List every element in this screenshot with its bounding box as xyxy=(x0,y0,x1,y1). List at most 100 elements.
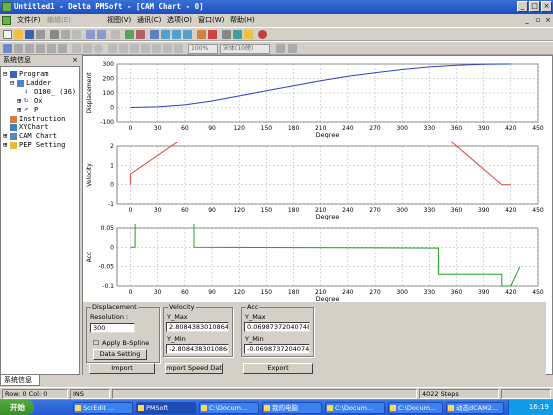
zoom-select[interactable]: 100% xyxy=(188,44,218,54)
child-minimize-icon[interactable]: _ xyxy=(522,15,532,25)
task-scredit[interactable]: ScrEdit ... xyxy=(73,402,133,414)
ellipse-icon[interactable] xyxy=(94,44,103,53)
child-close-icon[interactable]: × xyxy=(543,15,553,25)
task-folder-2[interactable]: C:\Docum... xyxy=(325,402,385,414)
task-my-computer[interactable]: 我的电脑 xyxy=(262,402,322,414)
bold-icon[interactable] xyxy=(276,44,285,53)
menu-edit[interactable]: 编辑(E) xyxy=(47,15,71,26)
velocity-ymin-input[interactable]: -2.80843830108643 xyxy=(166,344,229,354)
acc-ymin-input[interactable]: -0.069873720407486 xyxy=(244,344,310,354)
tree-item-ladder[interactable]: Ladder xyxy=(26,79,51,87)
menu-help[interactable]: 帮助(H) xyxy=(230,15,255,26)
back-icon[interactable] xyxy=(163,44,172,53)
halt-icon[interactable] xyxy=(208,30,217,39)
tree-expander-p[interactable]: ⊞ xyxy=(17,106,21,114)
group-icon[interactable] xyxy=(130,44,139,53)
front-icon[interactable] xyxy=(152,44,161,53)
italic-icon[interactable] xyxy=(288,44,297,53)
select-icon[interactable] xyxy=(3,44,12,53)
save-icon[interactable] xyxy=(25,30,34,39)
align-top-icon[interactable] xyxy=(47,44,56,53)
rect-icon[interactable] xyxy=(83,44,92,53)
x-tick-label: 300 xyxy=(396,207,408,214)
bspline-checkbox[interactable]: ☐ xyxy=(93,339,99,347)
tree-expander-ladder[interactable]: ⊟ xyxy=(10,79,14,87)
new-icon[interactable] xyxy=(3,30,12,39)
cut-icon[interactable] xyxy=(50,30,59,39)
tree-expander-camchart[interactable]: ⊞ xyxy=(3,132,7,140)
menu-file[interactable]: 文件(F) xyxy=(17,15,41,26)
run-icon[interactable] xyxy=(197,30,206,39)
export-button[interactable]: Export xyxy=(243,363,313,374)
tree-item-ox[interactable]: Ox xyxy=(34,97,42,105)
open-icon[interactable] xyxy=(14,30,23,39)
image-icon[interactable] xyxy=(119,44,128,53)
app-icon[interactable] xyxy=(2,2,12,12)
tree-expander-pep[interactable]: ⊞ xyxy=(3,141,7,149)
record-icon[interactable] xyxy=(258,30,267,39)
redo-icon[interactable] xyxy=(97,30,106,39)
data-setting-button[interactable]: Data Setting xyxy=(93,349,147,360)
task-folder-1[interactable]: C:\Docum... xyxy=(199,402,259,414)
upload-icon[interactable] xyxy=(172,30,181,39)
task-pmsoft[interactable]: PMSoft xyxy=(136,402,196,414)
import-speed-data-button[interactable]: mport Speed Dat xyxy=(165,363,223,374)
tree-expander-program[interactable]: ⊟ xyxy=(3,70,7,78)
child-restore-icon[interactable]: ▫ xyxy=(533,15,543,25)
panel-close-icon[interactable]: × xyxy=(72,55,78,66)
tree-item-instruction[interactable]: Instruction xyxy=(19,115,65,123)
undo-icon[interactable] xyxy=(86,30,95,39)
stop-icon[interactable] xyxy=(136,30,145,39)
panel-tab[interactable]: 系统信息 xyxy=(0,375,40,386)
menu-options[interactable]: 选项(O) xyxy=(167,15,192,26)
tree-expander-ox[interactable]: ⊞ xyxy=(17,97,21,105)
copy-icon[interactable] xyxy=(61,30,70,39)
tree-item-program[interactable]: Program xyxy=(19,70,49,78)
help-icon[interactable] xyxy=(244,30,253,39)
menu-view[interactable]: 视图(V) xyxy=(107,15,131,26)
menu-window[interactable]: 窗口(W) xyxy=(198,15,224,26)
x-tick-label: 30 xyxy=(154,125,162,132)
task-dcam[interactable]: 动态dCAM2... xyxy=(446,402,504,414)
align-center-icon[interactable] xyxy=(25,44,34,53)
align-bottom-icon[interactable] xyxy=(58,44,67,53)
velocity-ymin-label: Y_Min xyxy=(167,335,186,343)
grid-icon[interactable] xyxy=(174,44,183,53)
line-icon[interactable] xyxy=(72,44,81,53)
y-tick-label: 0 xyxy=(110,244,114,251)
tree-item-o100[interactable]: O100_ (36) xyxy=(34,88,76,96)
tree-item-p[interactable]: P xyxy=(34,106,38,114)
x-tick-label: 240 xyxy=(342,125,354,132)
task-folder-3[interactable]: C:\Docum... xyxy=(388,402,443,414)
find-icon[interactable] xyxy=(111,30,120,39)
acc-ymax-input[interactable]: 0.0698737204074​86 xyxy=(244,322,310,332)
align-left-icon[interactable] xyxy=(14,44,23,53)
resolution-input[interactable]: 300 xyxy=(90,323,135,333)
zoom-icon[interactable] xyxy=(233,30,242,39)
ungroup-icon[interactable] xyxy=(141,44,150,53)
minimize-button[interactable]: _ xyxy=(517,1,528,12)
settings-icon[interactable] xyxy=(222,30,231,39)
online-icon[interactable] xyxy=(161,30,170,39)
child-window-icon[interactable] xyxy=(2,16,11,25)
tree-item-xychart[interactable]: XYChart xyxy=(19,123,49,131)
maximize-button[interactable]: □ xyxy=(529,1,540,12)
import-button[interactable]: Import xyxy=(89,363,155,374)
clock[interactable]: 16:19 xyxy=(529,403,549,411)
start-button[interactable]: 开始 xyxy=(0,400,34,415)
download-icon[interactable] xyxy=(183,30,192,39)
velocity-group-title: Velocity xyxy=(168,303,196,311)
x-tick-label: 360 xyxy=(451,289,463,296)
velocity-ymax-input[interactable]: 2.80843830108643 xyxy=(166,322,229,332)
tree-item-pep[interactable]: PEP Setting xyxy=(19,141,65,149)
tree-item-camchart[interactable]: CAM Chart xyxy=(19,132,57,140)
print-icon[interactable] xyxy=(36,30,45,39)
compile-icon[interactable] xyxy=(125,30,134,39)
align-right-icon[interactable] xyxy=(36,44,45,53)
close-button[interactable]: × xyxy=(541,1,552,12)
text-icon[interactable] xyxy=(108,44,117,53)
monitor-icon[interactable] xyxy=(150,30,159,39)
menu-comm[interactable]: 通讯(C) xyxy=(137,15,161,26)
paste-icon[interactable] xyxy=(72,30,81,39)
font-select[interactable]: 宋体(10磅) xyxy=(220,44,270,54)
